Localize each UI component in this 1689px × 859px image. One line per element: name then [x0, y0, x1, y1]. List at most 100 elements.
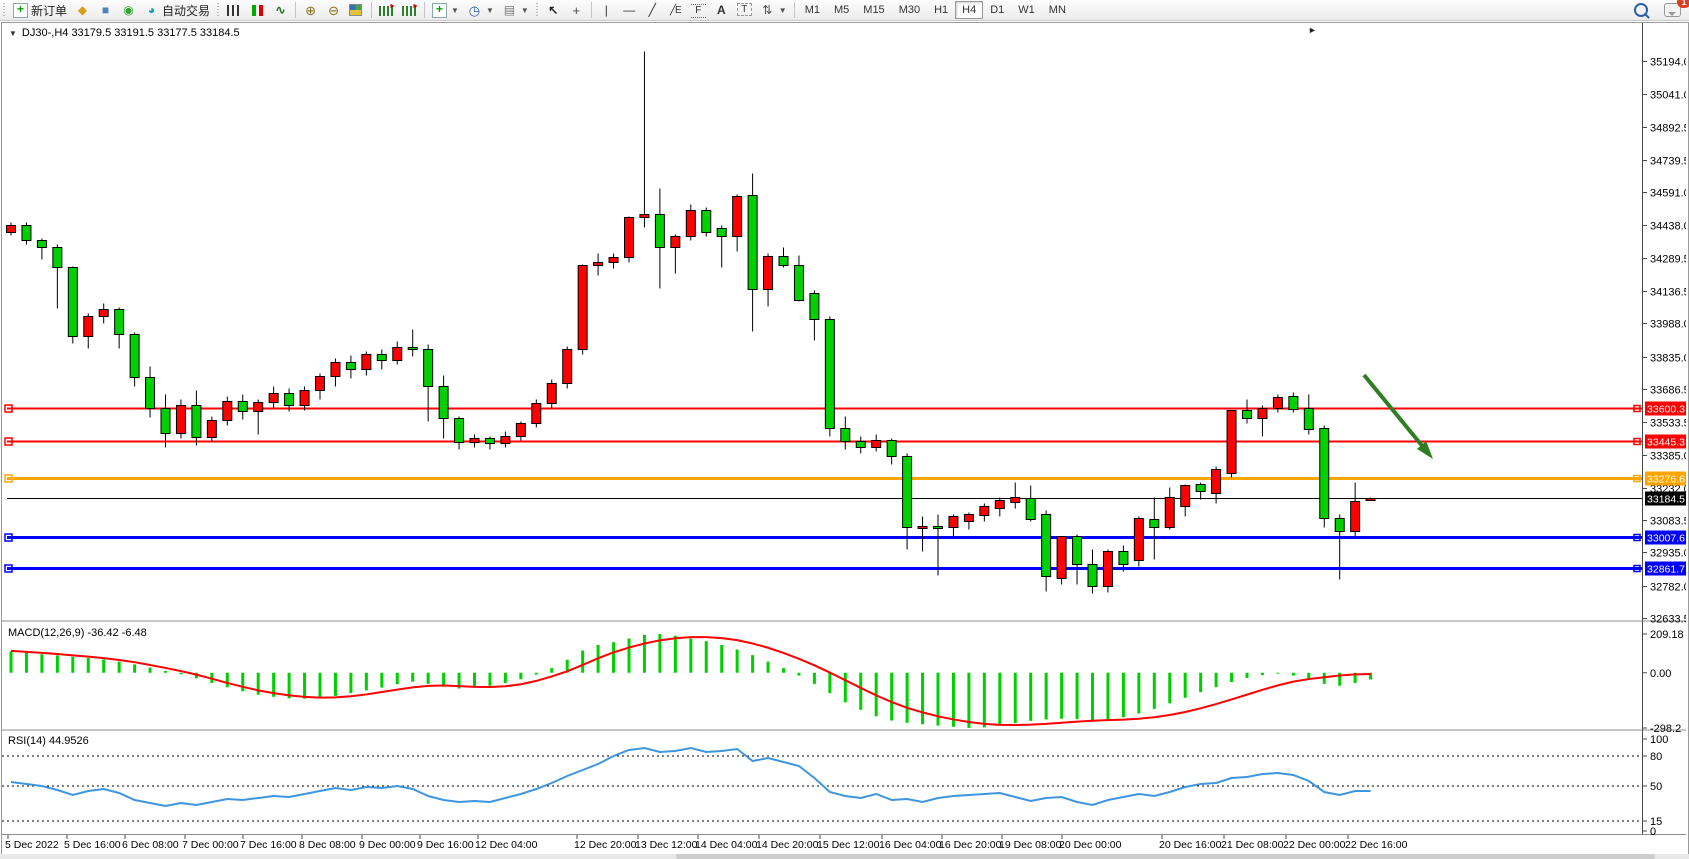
toolbar-grip[interactable]	[2, 3, 7, 17]
timeframe-button-m15[interactable]: M15	[856, 1, 891, 19]
time-tick-label: 14 Dec 20:00	[756, 839, 819, 851]
zoom-out-button[interactable]: ⊖	[322, 1, 345, 19]
candle-body	[903, 457, 912, 528]
timeframe-button-h1[interactable]: H1	[927, 1, 955, 19]
candle-body	[238, 402, 247, 412]
candle-body	[316, 377, 325, 391]
candle-body	[1351, 502, 1360, 532]
candle-body	[702, 211, 711, 233]
candle-body	[733, 197, 742, 237]
candlestick-chart-button[interactable]	[246, 1, 269, 19]
collapse-arrow-icon[interactable]: ▼	[9, 29, 17, 38]
price-tick-label: 32935.0	[1650, 548, 1686, 560]
time-tick-label: 16 Dec 20:00	[939, 839, 1002, 851]
terminal-button[interactable]: ■	[94, 1, 117, 19]
candle-body	[192, 406, 201, 438]
candle-body	[424, 350, 433, 387]
time-tick-label: 21 Dec 08:00	[1221, 839, 1284, 851]
candle-body	[501, 437, 510, 444]
trendline-tool[interactable]: ╱	[641, 1, 664, 19]
candle-body	[856, 442, 865, 448]
bar-chart-button[interactable]	[223, 1, 246, 19]
candle-body	[594, 263, 603, 266]
navigator-button[interactable]: ◉	[117, 1, 140, 19]
timeframe-button-m30[interactable]: M30	[892, 1, 927, 19]
time-tick-label: 12 Dec 04:00	[475, 839, 538, 851]
new-chart-dropdown[interactable]: +▼	[428, 1, 463, 19]
line-chart-button[interactable]: ∿	[269, 1, 292, 19]
time-tick-label: 22 Dec 16:00	[1345, 839, 1408, 851]
horizontal-scrollbar[interactable]	[0, 854, 1689, 859]
cursor-icon: ↖	[546, 3, 561, 18]
vertical-line-icon: |	[599, 3, 614, 18]
timeframe-button-m1[interactable]: M1	[798, 1, 827, 19]
chart-menu-arrow-icon[interactable]: ►	[1308, 25, 1317, 35]
candle-body	[1304, 409, 1313, 430]
time-tick-label: 6 Dec 08:00	[122, 839, 179, 851]
price-tick-label: 33686.5	[1650, 385, 1686, 397]
chart-window: ▼ DJ30-,H4 33179.5 33191.5 33177.5 33184…	[1, 22, 1689, 855]
timeframe-button-mn[interactable]: MN	[1042, 1, 1073, 19]
template-dropdown[interactable]: ▤▼	[498, 1, 533, 19]
notifications-button[interactable]: 1	[1660, 1, 1685, 19]
candle-body	[99, 310, 108, 317]
horizontal-line-tool[interactable]: —	[618, 1, 641, 19]
candle-body	[532, 404, 541, 424]
zoom-in-icon: ⊕	[303, 3, 318, 18]
candle-body	[1119, 552, 1128, 565]
bar-chart-icon	[227, 5, 242, 16]
fibonacci-tool[interactable]: F	[687, 1, 710, 19]
candle-body	[1181, 486, 1190, 507]
crosshair-icon: +	[569, 3, 584, 18]
scrollbar-thumb[interactable]	[676, 854, 1656, 859]
time-tick-label: 7 Dec 16:00	[240, 839, 297, 851]
template-icon: ▤	[502, 3, 517, 18]
candle-body	[887, 441, 896, 457]
application-window: + 新订单 ◆ ■ ◉ ◕ 自动交易 ∿ ⊕ ⊖ +▼ ◷▼ ▤▼ ↖ + | …	[0, 0, 1689, 859]
zoom-out-icon: ⊖	[326, 3, 341, 18]
auto-scroll-icon	[379, 6, 394, 16]
new-order-button[interactable]: + 新订单	[9, 1, 71, 19]
timeframe-button-w1[interactable]: W1	[1011, 1, 1042, 19]
time-tick-label: 12 Dec 20:00	[574, 839, 637, 851]
notification-badge: 1	[1677, 0, 1689, 8]
crosshair-tool-button[interactable]: +	[565, 1, 588, 19]
candle-body	[1366, 499, 1375, 501]
cursor-tool-button[interactable]: ↖	[542, 1, 565, 19]
vertical-line-tool[interactable]: |	[595, 1, 618, 19]
candle-body	[161, 409, 170, 434]
auto-trading-icon: ◕	[144, 3, 159, 18]
timeframe-button-m5[interactable]: M5	[827, 1, 856, 19]
toolbar-grip[interactable]	[535, 3, 540, 17]
chart-shift-button[interactable]	[398, 1, 421, 19]
auto-trading-button[interactable]: ◕ 自动交易	[140, 1, 214, 19]
tile-windows-icon	[349, 4, 362, 16]
chart-canvas[interactable]: 35194.035041.034892.534739.534591.034438…	[2, 23, 1686, 852]
tile-windows-button[interactable]	[345, 1, 368, 19]
current-price-label: 33184.5	[1647, 494, 1685, 506]
toolbar-grip[interactable]	[216, 3, 221, 17]
candle-body	[949, 517, 958, 528]
price-tick-label: 34739.5	[1650, 156, 1686, 168]
timeframe-button-d1[interactable]: D1	[983, 1, 1011, 19]
arrows-tool-dropdown[interactable]: ⇅▼	[756, 1, 791, 19]
auto-scroll-button[interactable]	[375, 1, 398, 19]
market-watch-button[interactable]: ◆	[71, 1, 94, 19]
zoom-in-button[interactable]: ⊕	[299, 1, 322, 19]
time-tick-label: 7 Dec 00:00	[182, 839, 239, 851]
timeframe-button-h4[interactable]: H4	[955, 1, 983, 19]
trend-arrow-shaft[interactable]	[1364, 375, 1425, 450]
price-tick-label: 34289.5	[1650, 254, 1686, 266]
chevron-down-icon: ▼	[779, 6, 787, 15]
fibonacci-icon: F	[691, 4, 706, 18]
price-tick-label: 33533.5	[1650, 418, 1686, 430]
search-button[interactable]	[1630, 1, 1652, 19]
text-tool[interactable]: A	[710, 1, 733, 19]
chart-shift-icon	[402, 6, 417, 16]
period-dropdown[interactable]: ◷▼	[463, 1, 498, 19]
label-tool[interactable]: T	[733, 1, 756, 19]
price-tick-label: 33988.0	[1650, 319, 1686, 331]
equidistant-channel-tool[interactable]: ╱E	[664, 1, 687, 19]
candle-body	[1320, 429, 1329, 519]
candle-body	[1011, 498, 1020, 503]
